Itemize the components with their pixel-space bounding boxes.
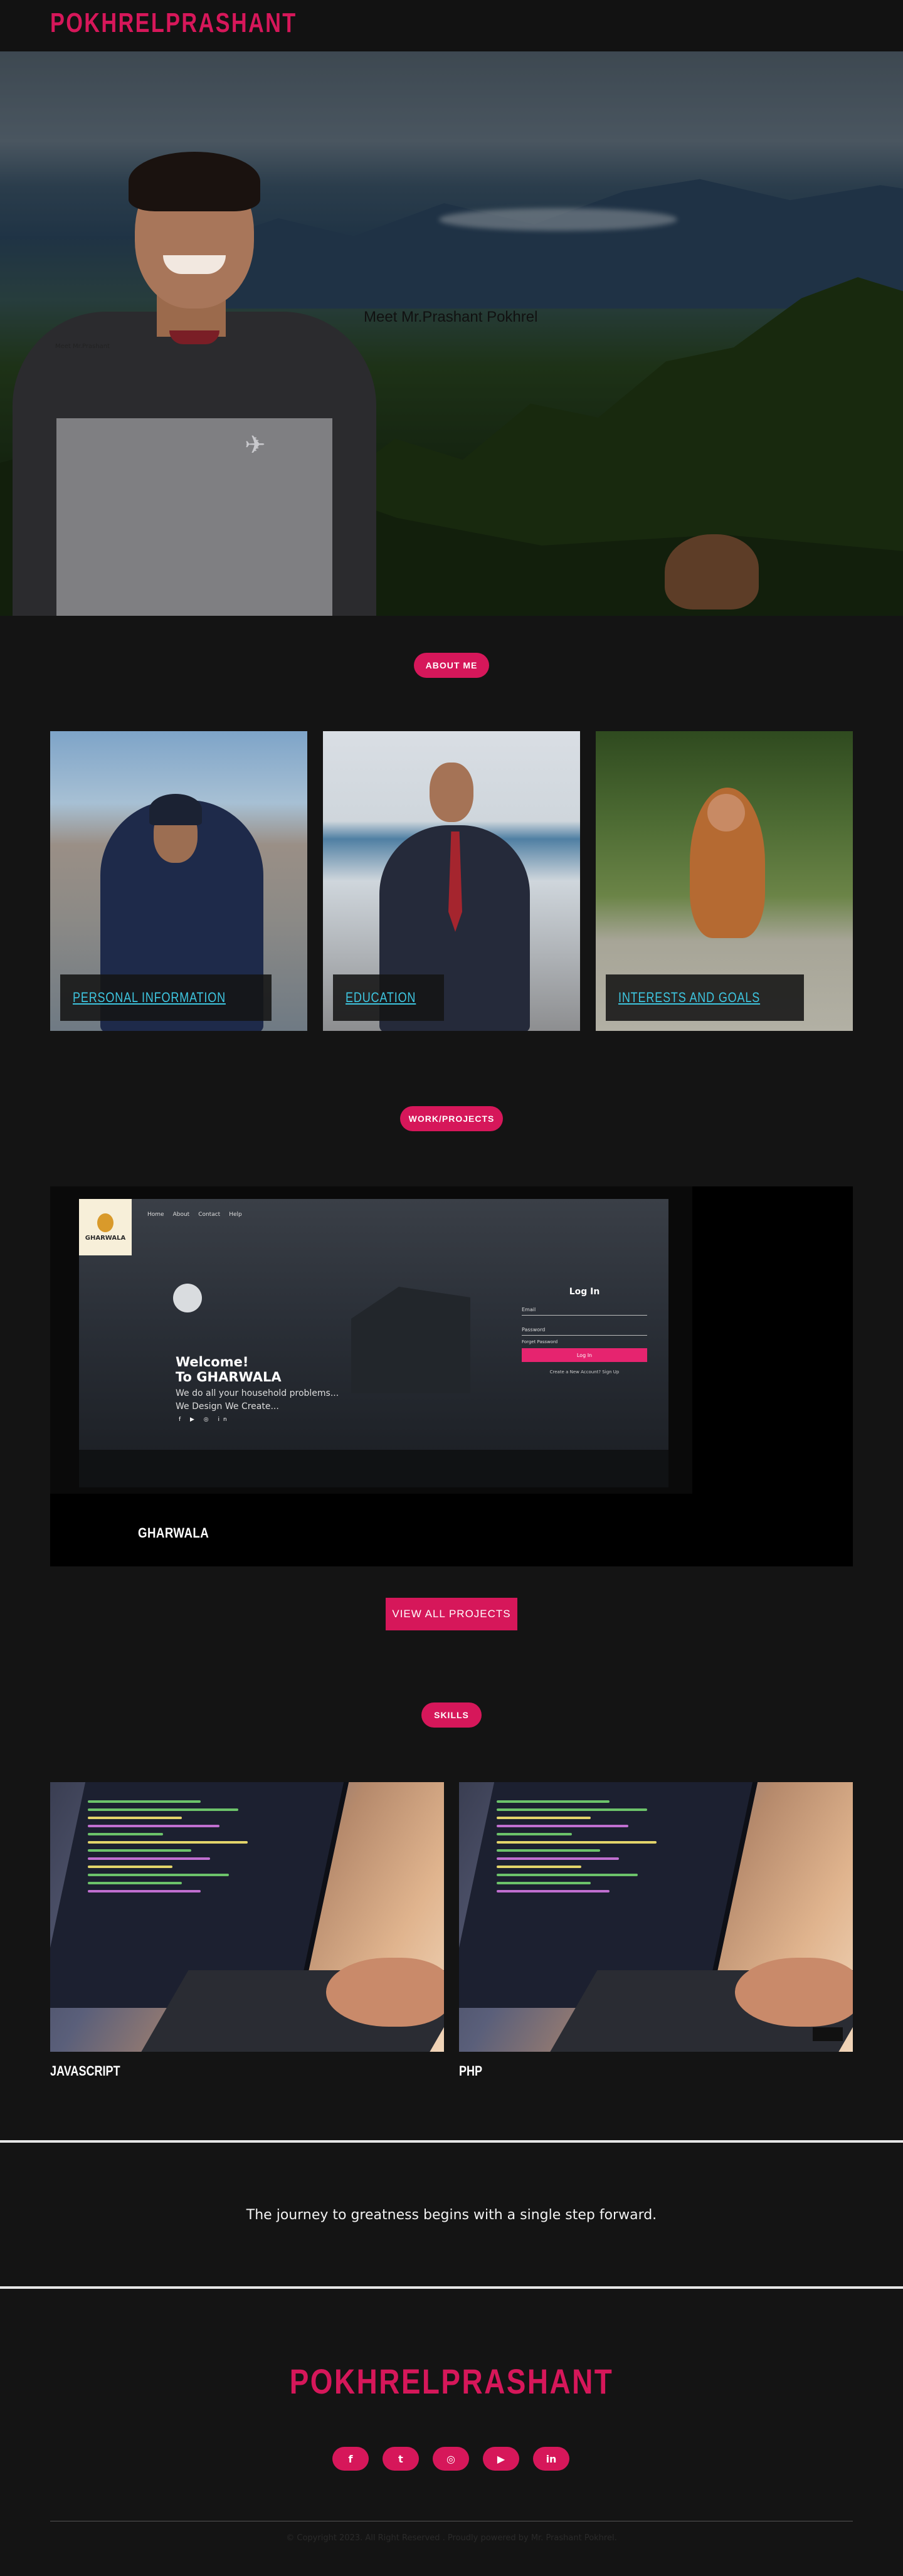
site-header: POKHRELPRASHANT [0,0,903,51]
about-card-personal[interactable]: PERSONAL INFORMATION [50,731,307,1031]
work-projects-pill: WORK/PROJECTS [400,1106,503,1131]
jacket-logo-icon: ✈ [245,431,266,460]
footer-brand: POKHRELPRASHANT [0,2361,903,2402]
screenshot-tagline: We do all your household problems... We … [176,1388,339,1412]
divider-top [0,2140,903,2143]
skills-pill: SKILLS [421,1702,482,1728]
scroll-to-top-chip[interactable] [813,2027,843,2041]
skill-image-javascript[interactable] [50,1782,444,2052]
view-all-projects-button[interactable]: VIEW ALL PROJECTS [386,1598,517,1630]
skill-title-javascript[interactable]: JAVASCRIPT [50,2063,120,2079]
about-card-interests[interactable]: INTERESTS AND GOALS [596,731,853,1031]
personal-information-link[interactable]: PERSONAL INFORMATION [73,990,226,1006]
quote-text: The journey to greatness begins with a s… [246,2207,657,2223]
screenshot-welcome: Welcome! To GHARWALA [176,1354,282,1385]
facebook-icon[interactable]: f [332,2447,369,2471]
project-title[interactable]: GHARWALA [138,1525,209,1541]
skill-image-php[interactable] [459,1782,853,2052]
hero-portrait: ✈ [13,105,376,616]
footer-logo[interactable]: POKHRELPRASHANT [290,2361,614,2402]
copyright-text: © Copyright 2023. All Right Reserved . P… [286,2533,617,2543]
project-screenshot[interactable]: GHARWALA Home About Contact Help Welcome… [50,1186,692,1494]
hero-small-text: Meet Mr.Prashant [55,343,110,350]
footer-social-links: f t ◎ ▶ in [332,2447,569,2471]
hero-section: ✈ Meet Mr.Prashant Meet Mr.Prashant Pokh… [0,51,903,616]
education-link[interactable]: EDUCATION [346,990,416,1006]
about-card-education[interactable]: EDUCATION [323,731,580,1031]
instagram-icon[interactable]: ◎ [433,2447,469,2471]
interests-and-goals-link[interactable]: INTERESTS AND GOALS [618,990,760,1006]
moon-icon [173,1284,202,1312]
about-card-label[interactable]: PERSONAL INFORMATION [60,974,272,1021]
site-logo[interactable]: POKHRELPRASHANT [50,8,297,39]
divider-bottom [0,2286,903,2289]
about-me-pill: ABOUT ME [414,653,489,678]
screenshot-social-icons: f ▶ ◎ in [179,1417,231,1423]
linkedin-icon[interactable]: in [533,2447,569,2471]
about-card-label[interactable]: INTERESTS AND GOALS [606,974,804,1021]
screenshot-login-form: Log In Email Password Forget Password Lo… [522,1287,647,1406]
hero-caption: Meet Mr.Prashant Pokhrel [364,309,538,325]
screenshot-nav: Home About Contact Help [147,1211,242,1218]
about-card-label[interactable]: EDUCATION [333,974,444,1021]
project-card[interactable]: GHARWALA Home About Contact Help Welcome… [50,1186,853,1566]
gharwala-logo: GHARWALA [79,1199,132,1255]
skill-title-php[interactable]: PHP [459,2063,482,2079]
twitter-icon[interactable]: t [383,2447,419,2471]
youtube-icon[interactable]: ▶ [483,2447,519,2471]
